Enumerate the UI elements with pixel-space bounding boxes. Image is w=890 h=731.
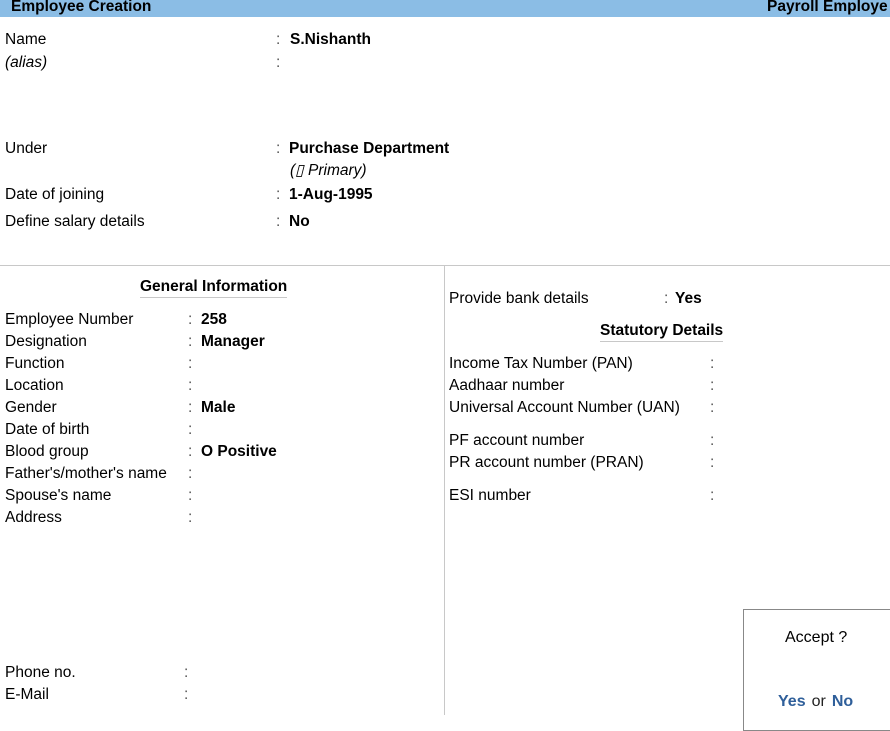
window-title: Employee Creation [11, 0, 152, 15]
colon: : [710, 399, 715, 416]
general-information-heading: General Information [140, 278, 288, 298]
function-label: Function [5, 355, 65, 372]
define-salary-label: Define salary details [5, 213, 145, 230]
under-field[interactable]: Purchase Department [289, 140, 449, 158]
blood-group-label: Blood group [5, 443, 89, 460]
colon: : [710, 355, 715, 372]
blood-group-field[interactable]: O Positive [201, 443, 277, 461]
phone-label: Phone no. [5, 664, 76, 681]
alias-field[interactable] [290, 54, 390, 72]
colon: : [188, 421, 193, 438]
spouse-name-label: Spouse's name [5, 487, 112, 504]
date-of-joining-field[interactable]: 1-Aug-1995 [289, 186, 373, 204]
colon: : [188, 487, 193, 504]
designation-label: Designation [5, 333, 87, 350]
colon: : [276, 213, 281, 230]
accept-question: Accept ? [785, 629, 848, 646]
colon: : [276, 186, 281, 203]
colon: : [188, 311, 193, 328]
no-button[interactable]: No [832, 693, 853, 710]
bank-details-field[interactable]: Yes [675, 290, 702, 308]
colon: : [188, 333, 193, 350]
alias-label: (alias) [5, 54, 48, 71]
accept-dialog: Accept ? Yes or No [743, 609, 890, 731]
aadhaar-label: Aadhaar number [449, 377, 565, 394]
bank-details-label: Provide bank details [449, 290, 589, 307]
yes-button[interactable]: Yes [778, 693, 806, 710]
define-salary-field[interactable]: No [289, 213, 310, 231]
colon: : [664, 290, 669, 307]
title-bar: Employee Creation Payroll Employe [0, 0, 890, 17]
name-label: Name [5, 31, 47, 48]
colon: : [188, 399, 193, 416]
under-label: Under [5, 140, 48, 157]
colon: : [184, 664, 189, 681]
name-field[interactable]: S.Nishanth [290, 31, 371, 49]
location-label: Location [5, 377, 64, 394]
colon: : [710, 454, 715, 471]
section-divider [0, 265, 890, 266]
pf-account-label: PF account number [449, 432, 585, 449]
colon: : [276, 31, 281, 48]
colon: : [184, 686, 189, 703]
gender-label: Gender [5, 399, 57, 416]
colon: : [188, 443, 193, 460]
colon: : [188, 377, 193, 394]
email-label: E-Mail [5, 686, 49, 703]
designation-field[interactable]: Manager [201, 333, 265, 351]
column-divider [444, 265, 445, 715]
date-of-birth-label: Date of birth [5, 421, 90, 438]
statutory-details-heading: Statutory Details [600, 322, 724, 342]
colon: : [710, 377, 715, 394]
colon: : [188, 465, 193, 482]
gender-field[interactable]: Male [201, 399, 235, 417]
colon: : [188, 355, 193, 372]
colon: : [276, 140, 281, 157]
colon: : [276, 54, 281, 71]
colon: : [188, 509, 193, 526]
address-label: Address [5, 509, 62, 526]
employee-number-label: Employee Number [5, 311, 134, 328]
colon: : [710, 487, 715, 504]
uan-label: Universal Account Number (UAN) [449, 399, 680, 416]
pan-label: Income Tax Number (PAN) [449, 355, 633, 372]
esi-label: ESI number [449, 487, 531, 504]
colon: : [710, 432, 715, 449]
under-parent-group: (▯ Primary) [290, 162, 367, 179]
pran-label: PR account number (PRAN) [449, 454, 644, 471]
payroll-title: Payroll Employe [767, 0, 888, 15]
accept-options: Yes or No [778, 693, 853, 711]
or-text: or [811, 693, 826, 710]
employee-number-field[interactable]: 258 [201, 311, 227, 329]
parent-name-label: Father's/mother's name [5, 465, 167, 482]
date-of-joining-label: Date of joining [5, 186, 105, 203]
